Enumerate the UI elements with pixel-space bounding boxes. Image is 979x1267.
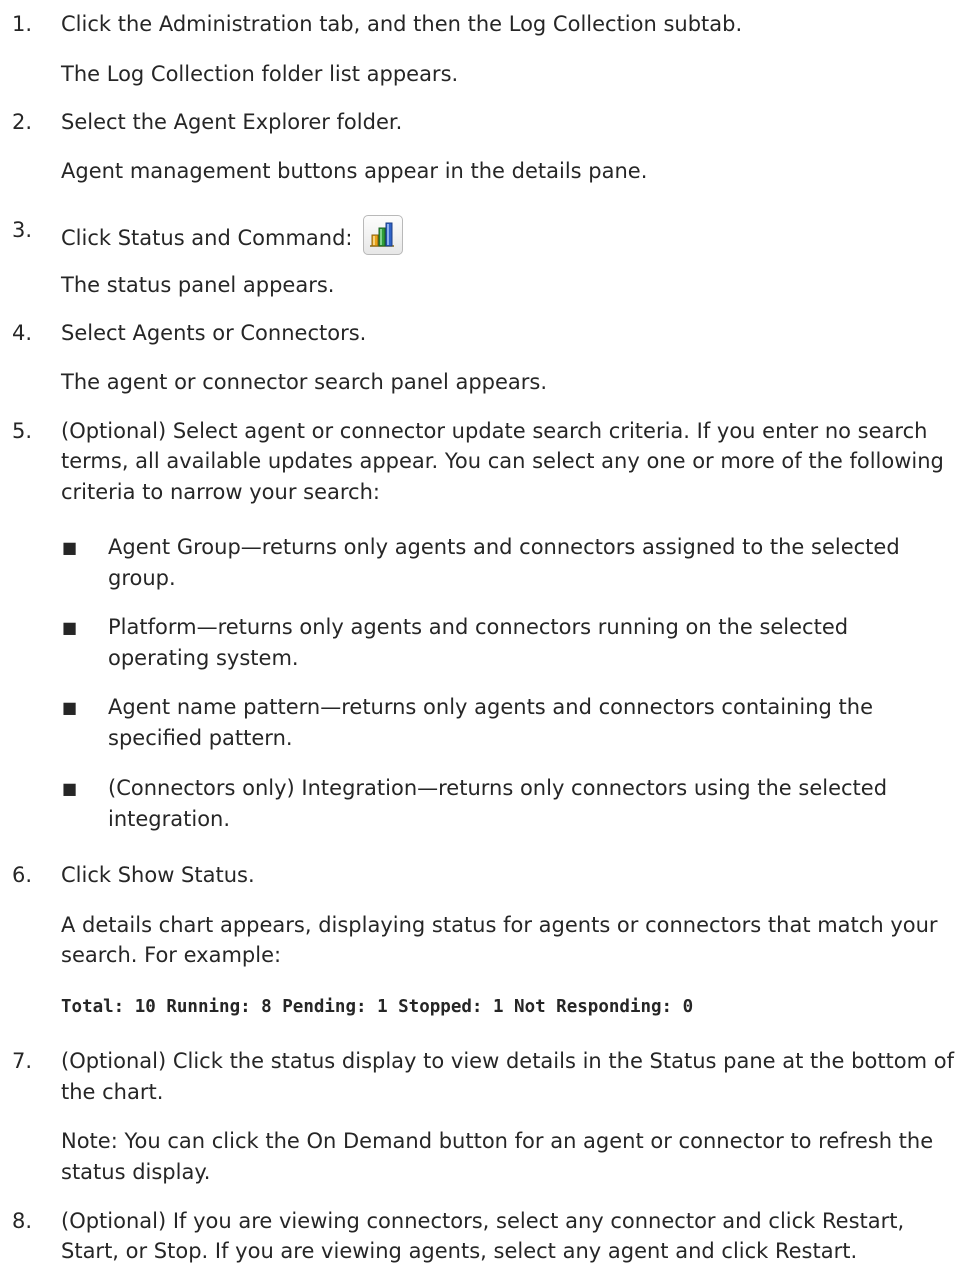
step-text-line: criteria to narrow your search: bbox=[61, 480, 380, 504]
step-text-line: terms, all available updates appear. You… bbox=[61, 449, 944, 473]
step-text-line: (Optional) Select agent or connector upd… bbox=[61, 419, 928, 443]
criteria-line: Platform—returns only agents and connect… bbox=[108, 615, 849, 639]
bullet-icon: ■ bbox=[62, 538, 78, 557]
step-number: 7. bbox=[12, 1049, 33, 1073]
step-text-line: the chart. bbox=[61, 1080, 164, 1104]
step-text: Select Agents or Connectors. bbox=[61, 321, 367, 345]
step-line: Click Status and Command: bbox=[61, 215, 971, 255]
step-number: 6. bbox=[12, 863, 33, 887]
criteria-line: (Connectors only) Integration—returns on… bbox=[108, 776, 888, 800]
step-text-line: Start, or Stop. If you are viewing agent… bbox=[61, 1239, 858, 1263]
step-result-line: A details chart appears, displaying stat… bbox=[61, 913, 938, 937]
step-text-line: (Optional) If you are viewing connectors… bbox=[61, 1209, 905, 1233]
document-page: 1. Click the Administration tab, and the… bbox=[0, 0, 979, 1263]
step-result: The Log Collection folder list appears. bbox=[61, 62, 459, 86]
step-text: Click Show Status. bbox=[61, 863, 255, 887]
criteria-line: Agent name pattern—returns only agents a… bbox=[108, 695, 873, 719]
bullet-icon: ■ bbox=[62, 618, 78, 637]
step-text: Select the Agent Explorer folder. bbox=[61, 110, 403, 134]
criteria-line: specified pattern. bbox=[108, 726, 293, 750]
step-note-line: Note: You can click the On Demand button… bbox=[61, 1129, 934, 1153]
criteria-line: Agent Group—returns only agents and conn… bbox=[108, 535, 900, 559]
step-number: 2. bbox=[12, 110, 33, 134]
step-note-line: status display. bbox=[61, 1160, 211, 1184]
status-example-code: Total: 10 Running: 8 Pending: 1 Stopped:… bbox=[61, 997, 694, 1017]
criteria-line: operating system. bbox=[108, 646, 299, 670]
bullet-icon: ■ bbox=[62, 779, 78, 798]
step-result: The status panel appears. bbox=[61, 273, 335, 297]
step-number: 4. bbox=[12, 321, 33, 345]
step-result: The agent or connector search panel appe… bbox=[61, 370, 548, 394]
criteria-line: group. bbox=[108, 566, 176, 590]
step-result-line: search. For example: bbox=[61, 943, 282, 967]
step-text-line: (Optional) Click the status display to v… bbox=[61, 1049, 955, 1073]
step-number: 5. bbox=[12, 419, 33, 443]
step-number: 8. bbox=[12, 1209, 33, 1233]
step-text: Click Status and Command: bbox=[61, 226, 353, 250]
step-result: Agent management buttons appear in the d… bbox=[61, 159, 648, 183]
step-text: Click the Administration tab, and then t… bbox=[61, 12, 743, 36]
status-and-command-icon bbox=[363, 215, 404, 255]
bullet-icon: ■ bbox=[62, 698, 78, 717]
step-number: 1. bbox=[12, 12, 33, 36]
criteria-line: integration. bbox=[108, 807, 231, 831]
step-number: 3. bbox=[12, 218, 33, 242]
